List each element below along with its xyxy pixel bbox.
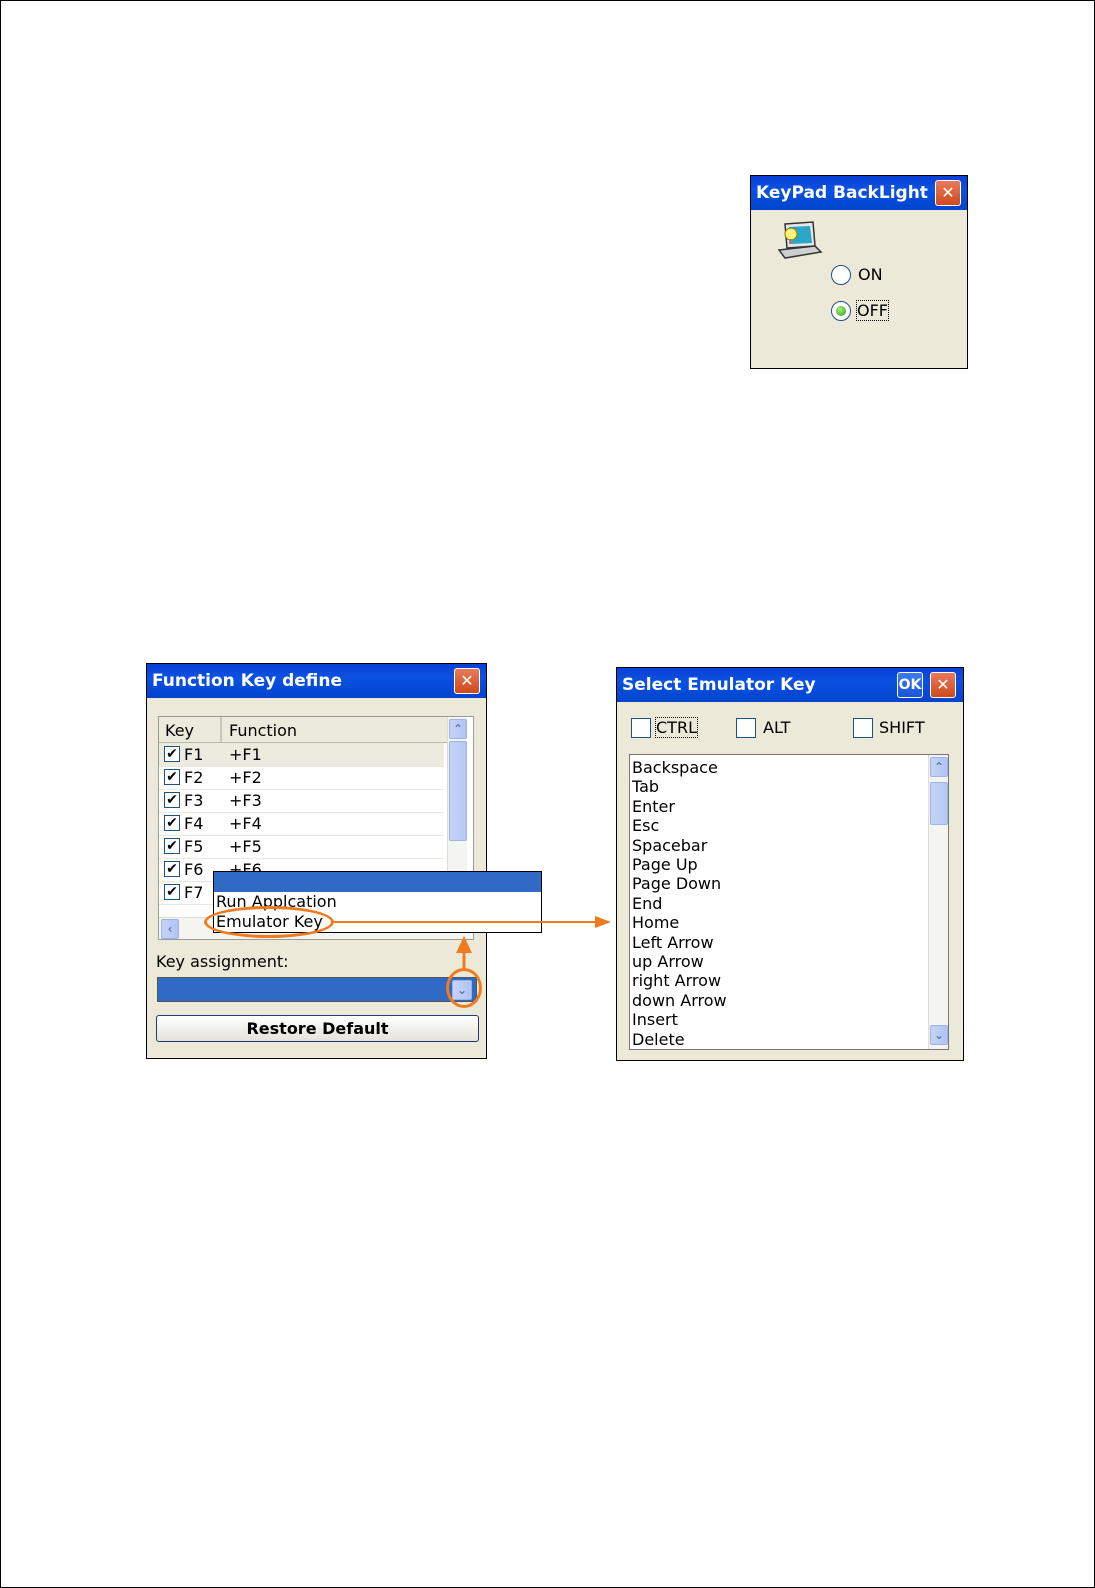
list-item[interactable]: Left Arrow: [632, 933, 714, 952]
key-list-scroll-thumb[interactable]: [930, 782, 948, 825]
ok-label: OK: [898, 677, 922, 693]
backlight-title: KeyPad BackLight: [756, 183, 928, 203]
row-key: F2: [184, 768, 204, 787]
list-item[interactable]: down Arrow: [632, 991, 727, 1010]
key-assignment-combobox[interactable]: ⌄: [157, 977, 477, 1002]
row-function: +F3: [229, 791, 262, 810]
row-key: F4: [184, 814, 204, 833]
checkmark-icon: ✔: [166, 861, 178, 877]
function-key-dialog: Function Key define ✕ Key Function ✔ F1 +F…: [146, 663, 487, 1059]
row-checkbox[interactable]: ✔: [164, 746, 180, 762]
grid-header-key[interactable]: Key: [165, 721, 194, 740]
chevron-left-icon: ‹: [167, 922, 173, 936]
checkmark-icon: ✔: [166, 838, 178, 854]
list-item[interactable]: Backspace: [632, 758, 718, 777]
list-item[interactable]: right Arrow: [632, 971, 721, 990]
ctrl-checkbox[interactable]: [631, 718, 651, 738]
backlight-on-label: ON: [858, 265, 883, 284]
list-item[interactable]: Esc: [632, 816, 659, 835]
row-checkbox[interactable]: ✔: [164, 815, 180, 831]
row-checkbox[interactable]: ✔: [164, 792, 180, 808]
close-icon: ✕: [941, 183, 955, 202]
table-row[interactable]: ✔ F3 +F3: [159, 789, 444, 813]
backlight-off-radio[interactable]: [831, 301, 851, 321]
grid-scroll-left-button[interactable]: ‹: [161, 919, 179, 939]
restore-default-button[interactable]: Restore Default: [156, 1015, 479, 1042]
table-row[interactable]: ✔ F4 +F4: [159, 812, 444, 836]
ctrl-label: CTRL: [655, 717, 698, 738]
row-checkbox[interactable]: ✔: [164, 884, 180, 900]
grid-header-function[interactable]: Function: [229, 721, 297, 740]
function-key-titlebar: Function Key define: [147, 664, 486, 698]
alt-label: ALT: [763, 718, 791, 737]
checkmark-icon: ✔: [166, 792, 178, 808]
checkmark-icon: ✔: [166, 884, 178, 900]
chevron-up-icon: ⌃: [933, 760, 945, 774]
key-list-scroll-up-button[interactable]: ⌃: [930, 757, 948, 777]
keypad-backlight-dialog: KeyPad BackLight ✕ ON OFF: [750, 175, 968, 369]
row-function: +F4: [229, 814, 262, 833]
chevron-down-icon: ⌄: [933, 1028, 945, 1042]
table-row[interactable]: ✔ F5 +F5: [159, 835, 444, 859]
backlight-off-label: OFF: [856, 300, 889, 321]
list-item[interactable]: up Arrow: [632, 952, 704, 971]
shift-checkbox[interactable]: [853, 718, 873, 738]
list-item[interactable]: Spacebar: [632, 836, 707, 855]
list-item[interactable]: Home: [632, 913, 679, 932]
row-function: +F1: [229, 745, 262, 764]
select-emulator-key-dialog: Select Emulator Key OK ✕ CTRL ALT SHIFT …: [616, 667, 964, 1061]
emulator-key-highlight-ellipse: [204, 906, 334, 938]
list-item[interactable]: Delete: [632, 1030, 685, 1049]
row-function: +F5: [229, 837, 262, 856]
alt-checkbox[interactable]: [736, 718, 756, 738]
row-key: F3: [184, 791, 204, 810]
list-item[interactable]: Insert: [632, 1010, 678, 1029]
checkmark-icon: ✔: [166, 769, 178, 785]
row-key: F7: [184, 883, 204, 902]
grid-header: Key Function: [159, 717, 451, 743]
backlight-close-button[interactable]: ✕: [935, 180, 961, 206]
emulator-ok-button[interactable]: OK: [897, 672, 923, 698]
list-item[interactable]: End: [632, 894, 662, 913]
chevron-up-icon: ⌃: [452, 722, 464, 736]
close-icon: ✕: [936, 675, 950, 694]
dropdown-button-highlight-circle: [446, 968, 482, 1008]
list-item[interactable]: Tab: [632, 777, 659, 796]
backlight-on-radio[interactable]: [831, 265, 851, 285]
list-item[interactable]: Enter: [632, 797, 675, 816]
keypad-laptop-icon: [777, 220, 823, 262]
row-function: +F2: [229, 768, 262, 787]
list-item[interactable]: Page Down: [632, 874, 721, 893]
function-key-close-button[interactable]: ✕: [454, 668, 480, 694]
checkmark-icon: ✔: [166, 746, 178, 762]
row-key: F1: [184, 745, 204, 764]
row-checkbox[interactable]: ✔: [164, 838, 180, 854]
checkmark-icon: ✔: [166, 815, 178, 831]
list-item[interactable]: Page Up: [632, 855, 698, 874]
row-key: F5: [184, 837, 204, 856]
table-row[interactable]: ✔ F1 +F1: [159, 743, 444, 767]
function-key-title: Function Key define: [152, 671, 343, 691]
key-assignment-label: Key assignment:: [156, 952, 289, 971]
key-list-scrollbar[interactable]: ⌃ ⌄: [928, 755, 948, 1049]
row-key: F6: [184, 860, 204, 879]
emulator-key-list: Backspace Tab Enter Esc Spacebar Page Up Page …: [629, 754, 949, 1050]
grid-header-divider: [220, 717, 222, 742]
row-checkbox[interactable]: ✔: [164, 769, 180, 785]
restore-default-label: Restore Default: [246, 1019, 389, 1038]
dropdown-option-blank[interactable]: [214, 872, 541, 892]
emulator-title: Select Emulator Key: [622, 675, 816, 695]
grid-scroll-thumb[interactable]: [449, 741, 467, 841]
close-icon: ✕: [460, 671, 474, 690]
row-checkbox[interactable]: ✔: [164, 861, 180, 877]
key-list-scroll-down-button[interactable]: ⌄: [930, 1025, 948, 1045]
grid-scroll-up-button[interactable]: ⌃: [449, 719, 467, 739]
table-row[interactable]: ✔ F2 +F2: [159, 766, 444, 790]
shift-label: SHIFT: [879, 718, 925, 737]
emulator-close-button[interactable]: ✕: [930, 672, 956, 698]
